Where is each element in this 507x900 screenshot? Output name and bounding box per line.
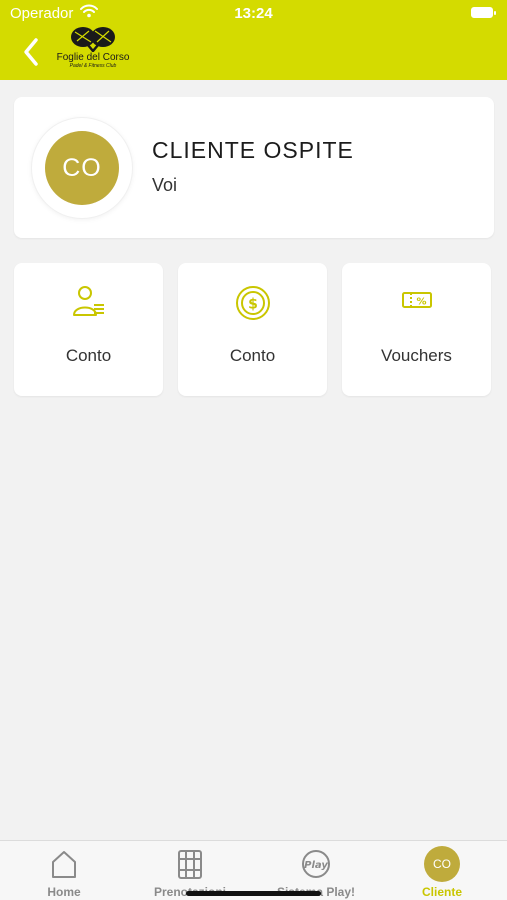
voucher-ticket-icon: % xyxy=(401,292,432,308)
padel-rackets-logo-icon xyxy=(71,27,115,52)
user-account-icon xyxy=(72,286,104,316)
tile-balance[interactable]: $ Conto xyxy=(178,263,327,396)
status-bar: Operador 13:24 xyxy=(0,0,507,28)
tile-account-label: Conto xyxy=(65,346,112,365)
svg-text:Play: Play xyxy=(304,860,328,871)
tile-vouchers[interactable]: % Vouchers xyxy=(342,263,491,396)
profile-subtitle: Voi xyxy=(152,175,178,195)
tile-account[interactable]: Conto xyxy=(14,263,163,396)
logo-subtitle: Padel & Fitness Club xyxy=(69,63,117,69)
profile-name: CLIENTE OSPITE xyxy=(152,137,354,163)
back-button[interactable] xyxy=(16,32,48,72)
svg-text:%: % xyxy=(416,297,426,308)
avatar-ring: CO xyxy=(32,118,132,218)
tile-balance-label: Conto xyxy=(229,346,276,365)
profile-card: CO CLIENTE OSPITE Voi xyxy=(14,97,494,238)
chevron-left-icon xyxy=(24,38,38,66)
nav-home[interactable]: Home xyxy=(1,841,127,900)
tile-vouchers-label: Vouchers xyxy=(381,346,452,365)
logo-name: Foglie del Corso xyxy=(56,52,130,63)
nav-client[interactable]: CO Cliente xyxy=(379,841,505,900)
home-icon xyxy=(52,851,76,878)
nav-home-label: Home xyxy=(47,885,81,899)
top-bar: Operador 13:24 Foglie del Corso Padel & … xyxy=(0,0,507,80)
nav-avatar: CO xyxy=(424,846,460,882)
play-logo-icon: Play xyxy=(302,850,330,878)
nav-client-label: Cliente xyxy=(421,885,462,899)
avatar: CO xyxy=(45,131,119,205)
home-indicator xyxy=(186,891,321,896)
club-logo: Foglie del Corso Padel & Fitness Club xyxy=(48,26,138,78)
svg-text:$: $ xyxy=(248,297,258,313)
battery-icon xyxy=(471,7,496,18)
status-time: 13:24 xyxy=(234,5,273,22)
calendar-court-icon xyxy=(178,850,202,879)
dollar-coin-icon: $ xyxy=(235,286,270,320)
